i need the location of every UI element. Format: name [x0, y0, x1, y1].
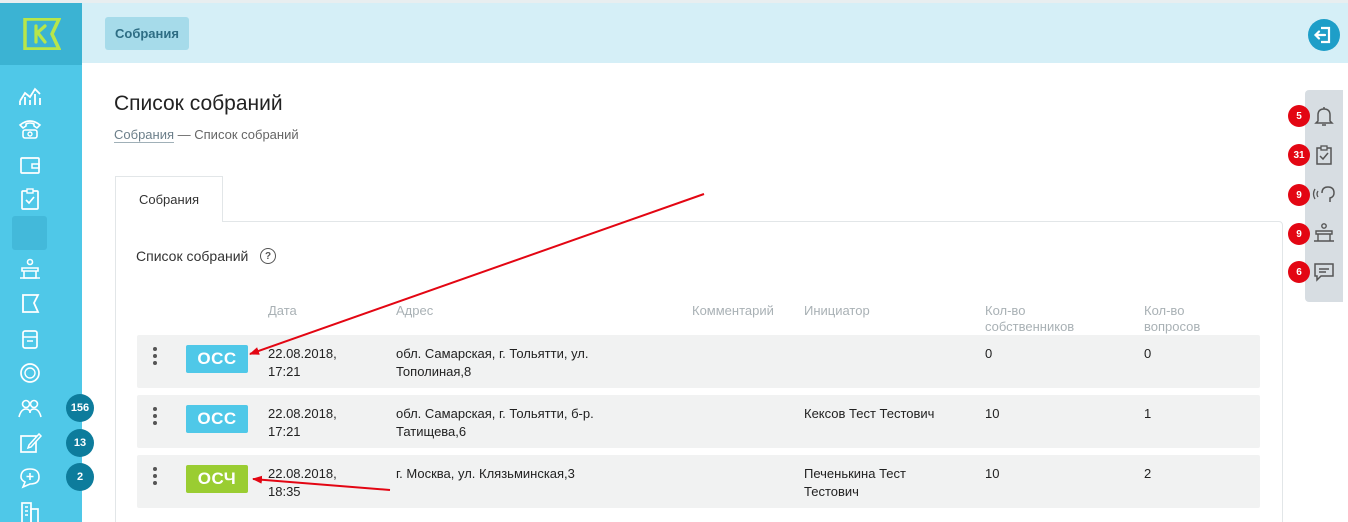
row-initiator-line1: Кексов Тест Тестович	[804, 406, 935, 421]
column-header-owners[interactable]: Кол-во собственников	[985, 303, 1074, 335]
flag-icon[interactable]	[17, 291, 43, 317]
row-date-line2: 17:21	[268, 424, 301, 439]
building-icon[interactable]	[17, 499, 43, 522]
column-header-address[interactable]: Адрес	[396, 303, 433, 319]
bell-icon[interactable]	[1312, 104, 1336, 128]
tasks-count-badge: 31	[1288, 144, 1310, 166]
requests-count-badge: 9	[1288, 223, 1310, 245]
row-date-line1: 22.08.2018,	[268, 406, 337, 421]
logo-icon	[23, 18, 61, 50]
clipboard-check-icon[interactable]	[1312, 143, 1336, 167]
row-owners-count: 10	[985, 466, 1000, 481]
row-address: обл. Самарская, г. Тольятти, б-р. Татище…	[396, 405, 594, 441]
row-date-line2: 18:35	[268, 484, 301, 499]
users-count-badge: 156	[66, 394, 94, 422]
help-icon[interactable]: ?	[260, 248, 276, 264]
row-address-line2: Тополиная,8	[396, 364, 472, 379]
calls-count-badge: 9	[1288, 184, 1310, 206]
top-bar: Собрания	[82, 3, 1348, 63]
column-header-questions-line2: вопросов	[1144, 319, 1201, 334]
wallet-icon[interactable]	[17, 152, 43, 178]
row-address: г. Москва, ул. Клязьминская,3	[396, 465, 575, 483]
row-menu-icon[interactable]	[153, 407, 159, 427]
header-breadcrumb-chip[interactable]: Собрания	[105, 17, 189, 50]
chats-count-badge: 2	[66, 463, 94, 491]
row-address: обл. Самарская, г. Тольятти, ул. Тополин…	[396, 345, 588, 381]
breadcrumb-current: — Список собраний	[177, 127, 299, 142]
edits-count-badge: 13	[66, 429, 94, 457]
row-questions-count: 2	[1144, 466, 1152, 481]
row-address-line1: обл. Самарская, г. Тольятти, б-р.	[396, 406, 594, 421]
row-date: 22.08.2018, 17:21	[268, 345, 337, 381]
coin-icon[interactable]	[17, 360, 43, 386]
logo-area[interactable]	[0, 3, 82, 65]
column-header-questions-line1: Кол-во	[1144, 303, 1185, 318]
logout-icon	[1313, 26, 1331, 44]
row-initiator-line1: Печенькина Тест	[804, 466, 906, 481]
breadcrumb: Собрания — Список собраний	[114, 127, 299, 143]
table-row[interactable]: ОСС 22.08.2018, 17:21 обл. Самарская, г.…	[137, 395, 1260, 448]
sidebar-item-active[interactable]	[12, 216, 47, 250]
chat-add-icon[interactable]	[17, 464, 43, 490]
column-header-questions[interactable]: Кол-во вопросов	[1144, 303, 1200, 335]
row-owners-count: 0	[985, 346, 993, 361]
column-header-owners-line1: Кол-во	[985, 303, 1026, 318]
phone-icon[interactable]	[17, 116, 43, 142]
bell-count-badge: 5	[1288, 105, 1310, 127]
edit-icon[interactable]	[17, 430, 43, 456]
meeting-type-badge: ОСС	[186, 345, 248, 373]
row-initiator: Кексов Тест Тестович	[804, 405, 934, 423]
column-header-owners-line2: собственников	[985, 319, 1075, 334]
message-icon[interactable]	[1312, 260, 1336, 284]
row-address-line1: г. Москва, ул. Клязьминская,3	[396, 466, 575, 481]
row-questions-count: 1	[1144, 406, 1152, 421]
row-address-line2: Татищева,6	[396, 424, 467, 439]
sidebar: 156 13 2	[0, 3, 94, 522]
row-date: 22.08.2018, 18:35	[268, 465, 337, 501]
row-address-line1: обл. Самарская, г. Тольятти, ул.	[396, 346, 589, 361]
column-header-comment[interactable]: Комментарий	[692, 303, 774, 319]
row-date: 22.08.2018, 17:21	[268, 405, 337, 441]
analytics-icon[interactable]	[17, 81, 43, 107]
row-date-line1: 22.08.2018,	[268, 466, 337, 481]
section-title: Список собраний	[136, 248, 249, 264]
breadcrumb-link-meetings[interactable]: Собрания	[114, 127, 175, 143]
row-initiator: Печенькина Тест Тестович	[804, 465, 906, 501]
row-date-line2: 17:21	[268, 364, 301, 379]
meeting-type-badge: ОСС	[186, 405, 248, 433]
page-title: Список собраний	[114, 92, 283, 115]
intercom-icon[interactable]	[1312, 221, 1336, 245]
row-questions-count: 0	[1144, 346, 1152, 361]
row-initiator-line2: Тестович	[804, 484, 859, 499]
row-menu-icon[interactable]	[153, 467, 159, 487]
column-header-date[interactable]: Дата	[268, 303, 297, 319]
row-owners-count: 10	[985, 406, 1000, 421]
table-row[interactable]: ОСС 22.08.2018, 17:21 обл. Самарская, г.…	[137, 335, 1260, 388]
users-icon[interactable]	[17, 395, 43, 421]
table-row[interactable]: ОСЧ 22.08.2018, 18:35 г. Москва, ул. Кля…	[137, 455, 1260, 508]
logout-button[interactable]	[1308, 19, 1340, 51]
meeting-type-badge: ОСЧ	[186, 465, 248, 493]
row-date-line1: 22.08.2018,	[268, 346, 337, 361]
tab-meetings[interactable]: Собрания	[115, 176, 223, 222]
messages-count-badge: 6	[1288, 261, 1310, 283]
intercom-icon[interactable]	[17, 256, 43, 282]
row-menu-icon[interactable]	[153, 347, 159, 367]
archive-icon[interactable]	[17, 326, 43, 352]
clipboard-check-icon[interactable]	[17, 186, 43, 212]
headset-icon[interactable]	[1312, 182, 1336, 206]
column-header-initiator[interactable]: Инициатор	[804, 303, 870, 319]
